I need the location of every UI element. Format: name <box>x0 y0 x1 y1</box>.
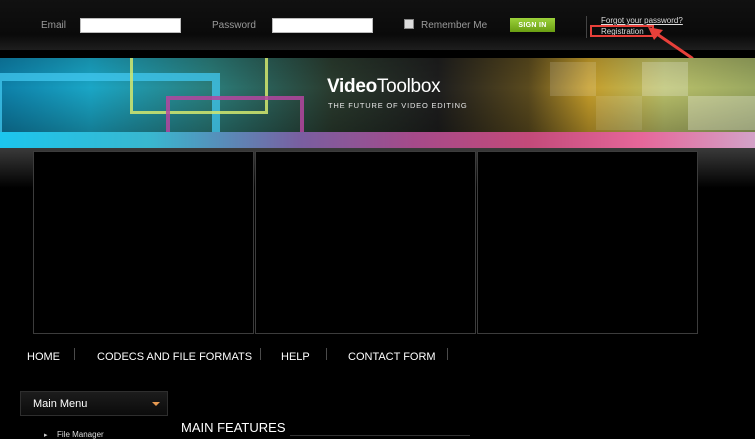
sidebar-item-file-manager[interactable]: File Manager <box>57 430 104 439</box>
divider <box>586 16 587 38</box>
feature-panel <box>255 151 476 334</box>
hero-banner: VideoToolbox THE FUTURE OF VIDEO EDITING <box>0 58 755 148</box>
nav-contact-form[interactable]: CONTACT FORM <box>348 351 436 363</box>
main-features-heading: MAIN FEATURES <box>181 420 286 435</box>
password-label: Password <box>212 20 256 31</box>
nav-codecs-and-file-formats[interactable]: CODECS AND FILE FORMATS <box>97 351 252 363</box>
main-menu-dropdown[interactable]: Main Menu <box>20 391 168 416</box>
sign-in-button[interactable]: SIGN IN <box>510 18 555 32</box>
email-label: Email <box>41 20 67 31</box>
password-input[interactable] <box>272 18 373 33</box>
bullet-icon: ▸ <box>44 432 48 439</box>
decorative-square <box>642 62 688 96</box>
remember-me-checkbox[interactable] <box>404 19 414 29</box>
email-input[interactable] <box>80 18 181 33</box>
decorative-square <box>688 96 755 130</box>
nav-home[interactable]: HOME <box>27 351 60 363</box>
feature-panel <box>477 151 698 334</box>
main-menu-title: Main Menu <box>33 398 88 410</box>
feature-panel <box>33 151 254 334</box>
site-tagline: THE FUTURE OF VIDEO EDITING <box>328 101 468 110</box>
caret-down-icon <box>152 402 160 406</box>
decorative-square <box>596 96 642 130</box>
site-logo: VideoToolbox <box>327 76 441 97</box>
nav-help[interactable]: HELP <box>281 351 310 363</box>
decorative-square <box>550 62 596 96</box>
remember-me-label: Remember Me <box>421 20 488 31</box>
